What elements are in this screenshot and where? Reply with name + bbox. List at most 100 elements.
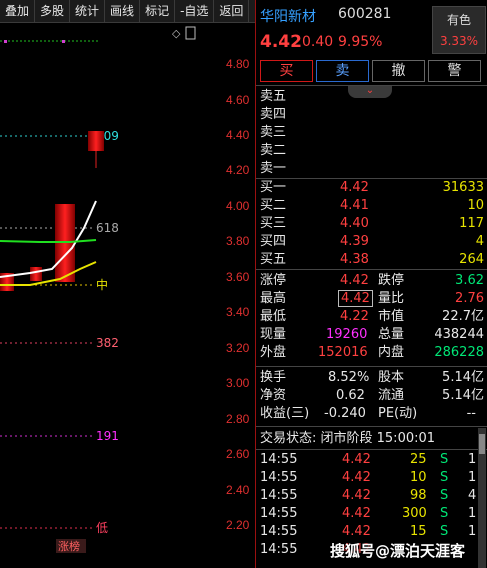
stock-name[interactable]: 华阳新材 <box>260 6 316 26</box>
stat-label: 涨停 <box>260 273 287 288</box>
toolbar-item[interactable]: 返回 <box>214 0 250 22</box>
kline-chart[interactable]: ◇ 4.80 4.60 4.40 4.20 4.00 3.80 3.60 3.4… <box>0 23 256 568</box>
trade-status: 交易状态: 闭市阶段 15:00:01 <box>260 430 484 448</box>
bid-label: 买四 <box>260 234 287 249</box>
tick-volume: 300 <box>402 506 427 521</box>
tick-time: 14:55 <box>260 452 298 467</box>
bid-row[interactable]: 买四 4.39 4 <box>260 233 484 251</box>
bid-volume: 4 <box>475 234 484 249</box>
price-change-pct: 9.95% <box>338 34 383 50</box>
price-tick: 2.80 <box>226 412 250 426</box>
tick-price: 4.42 <box>342 488 371 503</box>
tick-volume: 98 <box>410 488 427 503</box>
stat-value: 19260 <box>326 327 368 342</box>
stat-row: 净资 0.62 流通 5.14亿 <box>260 387 484 405</box>
tick-side: S <box>440 470 449 485</box>
toolbar-item[interactable]: -自选 <box>175 0 215 22</box>
stat-label: 内盘 <box>378 345 405 360</box>
buy-button[interactable]: 买 <box>260 60 313 82</box>
tick-price: 4.42 <box>342 470 371 485</box>
tick-price: 4.42 <box>342 524 371 539</box>
stat-label: PE(动) <box>378 406 418 421</box>
ask-row: 卖三 <box>260 124 484 142</box>
tick-row: 14:55 4.42 98 S 4 <box>260 487 484 505</box>
tick-row: 14:55 4.42 15 S 1 <box>260 523 484 541</box>
sector-badge[interactable]: 有色 3.33% <box>432 6 486 54</box>
tick-volume: 25 <box>410 452 427 467</box>
stat-value: 8.52% <box>328 370 370 385</box>
tick-row: 14:55 4.42 10 S 1 <box>260 469 484 487</box>
price-tick: 2.60 <box>226 447 250 461</box>
tick-volume: 15 <box>410 524 427 539</box>
chart-toolbar: 叠加 多股 统计 画线 标记 -自选 返回 <box>0 0 256 23</box>
stat-label: 跌停 <box>378 273 405 288</box>
toolbar-item[interactable]: 统计 <box>70 0 106 22</box>
tick-time: 14:55 <box>260 470 298 485</box>
stat-label: 外盘 <box>260 345 287 360</box>
price-tick: 4.20 <box>226 163 250 177</box>
ma5-line <box>0 200 97 278</box>
stat-label: 换手 <box>260 370 287 385</box>
candle[interactable] <box>30 267 42 281</box>
toolbar-item[interactable]: 画线 <box>105 0 141 22</box>
stat-label: 现量 <box>260 327 287 342</box>
tick-count: 4 <box>468 488 477 503</box>
scrollbar-thumb[interactable] <box>479 434 485 454</box>
quote-panel: 华阳新材 600281 4.42 0.40 9.95% 有色 3.33% 买 卖… <box>256 0 487 568</box>
stat-label: 股本 <box>378 370 405 385</box>
stat-value: 438244 <box>434 327 484 342</box>
bottom-tag[interactable]: 涨榜 <box>58 539 80 553</box>
toolbar-item[interactable]: 叠加 <box>0 0 36 22</box>
stat-label: 最高 <box>260 291 287 306</box>
stat-row: 现量 19260 总量 438244 <box>260 326 484 344</box>
price-tick: 2.20 <box>226 518 250 532</box>
tick-scrollbar[interactable] <box>478 428 486 568</box>
bid-label: 买五 <box>260 252 287 267</box>
stat-label: 流通 <box>378 388 405 403</box>
toolbar-item[interactable]: 多股 <box>35 0 71 22</box>
tick-row: 14:55 4.42 300 S 1 <box>260 505 484 523</box>
tick-side: S <box>440 506 449 521</box>
bid-row[interactable]: 买一 4.42 31633 <box>260 179 484 197</box>
trade-status-text: 交易状态: 闭市阶段 15:00:01 <box>260 431 436 446</box>
bid-price: 4.42 <box>340 180 369 195</box>
panel-toggle-icon[interactable] <box>185 26 196 40</box>
ask-label: 卖二 <box>260 143 287 158</box>
stat-row: 换手 8.52% 股本 5.14亿 <box>260 369 484 387</box>
fib-label: 618 <box>96 221 119 235</box>
stat-label: 市值 <box>378 309 405 324</box>
ask-row: 卖四 <box>260 106 484 124</box>
stat-label: 收益(三) <box>260 406 310 421</box>
ask-label: 卖一 <box>260 161 287 176</box>
bid-label: 买二 <box>260 198 287 213</box>
bid-price: 4.41 <box>340 198 369 213</box>
bid-volume: 264 <box>459 252 484 267</box>
bid-row[interactable]: 买三 4.40 117 <box>260 215 484 233</box>
price-tick: 4.00 <box>226 199 250 213</box>
watermark: 搜狐号@漂泊天涯客 <box>330 542 466 560</box>
toolbar-item[interactable]: 标记 <box>140 0 176 22</box>
diamond-icon[interactable]: ◇ <box>172 27 181 40</box>
alert-button[interactable]: 警 <box>428 60 481 82</box>
stat-value: 5.14亿 <box>442 370 484 385</box>
tick-side: S <box>440 452 449 467</box>
stat-value: 152016 <box>318 345 368 360</box>
bid-row[interactable]: 买二 4.41 10 <box>260 197 484 215</box>
candle[interactable] <box>88 131 104 151</box>
ask-label: 卖四 <box>260 107 287 122</box>
bid-volume: 31633 <box>442 180 484 195</box>
price-tick: 2.40 <box>226 483 250 497</box>
price-axis: 4.80 4.60 4.40 4.20 4.00 3.80 3.60 3.40 … <box>226 57 250 532</box>
tick-time: 14:55 <box>260 488 298 503</box>
bid-label: 买一 <box>260 180 287 195</box>
tick-time: 14:55 <box>260 524 298 539</box>
stock-code: 600281 <box>338 6 392 22</box>
tick-price: 4.42 <box>342 506 371 521</box>
sell-button[interactable]: 卖 <box>316 60 369 82</box>
tick-count: 1 <box>468 470 477 485</box>
cancel-button[interactable]: 撤 <box>372 60 425 82</box>
ask-label: 卖三 <box>260 125 287 140</box>
stat-row: 涨停 4.42 跌停 3.62 <box>260 272 484 290</box>
bid-row[interactable]: 买五 4.38 264 <box>260 251 484 269</box>
price-tick: 3.00 <box>226 376 250 390</box>
